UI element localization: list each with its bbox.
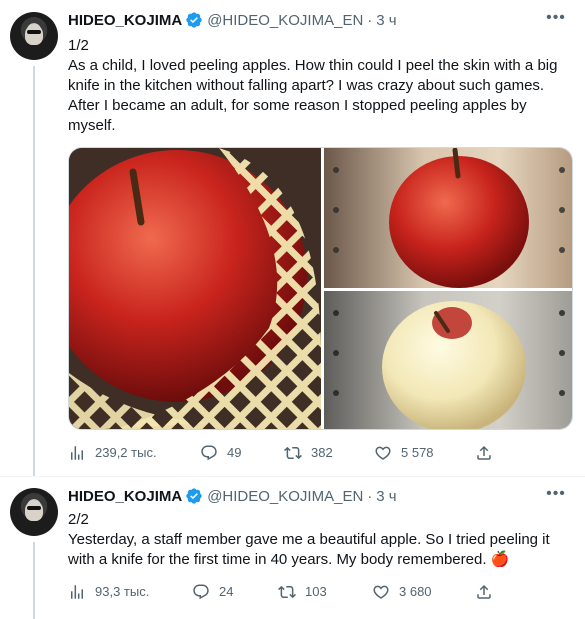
reply-bubble-icon — [193, 584, 209, 600]
author-avatar[interactable] — [10, 488, 58, 536]
retweet-count: 103 — [305, 584, 327, 599]
share-upload-icon — [477, 584, 491, 599]
tweet-timestamp[interactable]: 3 ч — [376, 12, 396, 29]
reply-count: 24 — [219, 584, 234, 599]
retweet-icon — [284, 446, 302, 460]
photo-apple-in-net[interactable] — [69, 148, 321, 429]
author-handle[interactable]: @HIDEO_KOJIMA_EN — [207, 12, 363, 29]
tweet-text: 2/2 Yesterday, a staff member gave me a … — [68, 511, 550, 568]
tweet-header: HIDEO_KOJIMA @HIDEO_KOJIMA_EN · 3 ч — [68, 486, 397, 506]
reply-bubble-icon — [201, 445, 217, 461]
retweet-icon — [278, 585, 296, 599]
verified-badge-icon — [186, 488, 202, 504]
like-count: 5 578 — [401, 445, 434, 460]
views-count: 239,2 тыс. — [95, 445, 157, 460]
author-name[interactable]: HIDEO_KOJIMA — [68, 12, 182, 29]
more-dots-icon[interactable]: ••• — [545, 9, 567, 31]
verified-badge-icon — [186, 12, 202, 28]
tweet-header: HIDEO_KOJIMA @HIDEO_KOJIMA_EN · 3 ч — [68, 10, 397, 30]
bar-chart-icon — [71, 585, 83, 599]
author-avatar[interactable] — [10, 12, 58, 60]
share-upload-icon — [477, 445, 491, 460]
like-count: 3 680 — [399, 584, 432, 599]
bar-chart-icon — [71, 446, 83, 460]
author-handle[interactable]: @HIDEO_KOJIMA_EN — [207, 488, 363, 505]
header-separator: · — [367, 11, 373, 29]
heart-icon — [373, 585, 389, 599]
retweet-count: 382 — [311, 445, 333, 460]
views-button[interactable]: 239,2 тыс. — [68, 443, 157, 463]
tweet-actions: 93,3 тыс. 24 103 3 680 — [68, 582, 508, 602]
reply-button[interactable]: 24 — [192, 582, 233, 602]
more-dots-icon[interactable]: ••• — [545, 485, 567, 507]
thread-connector-line — [33, 542, 35, 619]
reply-count: 49 — [227, 445, 242, 460]
thread-connector-line — [33, 66, 35, 476]
share-button[interactable] — [475, 443, 502, 463]
retweet-button[interactable]: 103 — [278, 582, 327, 602]
share-button[interactable] — [475, 582, 502, 602]
photo-peeled-apple[interactable] — [324, 291, 572, 429]
reply-button[interactable]: 49 — [200, 443, 241, 463]
tweet-1[interactable]: HIDEO_KOJIMA @HIDEO_KOJIMA_EN · 3 ч ••• … — [0, 0, 585, 476]
tweet-timestamp[interactable]: 3 ч — [376, 488, 396, 505]
like-button[interactable]: 3 680 — [372, 582, 432, 602]
tweet-text: 1/2 As a child, I loved peeling apples. … — [68, 37, 558, 134]
retweet-button[interactable]: 382 — [284, 443, 333, 463]
views-button[interactable]: 93,3 тыс. — [68, 582, 149, 602]
heart-icon — [375, 446, 391, 460]
header-separator: · — [367, 487, 373, 505]
like-button[interactable]: 5 578 — [374, 443, 434, 463]
media-grid — [68, 147, 573, 430]
photo-whole-apple[interactable] — [324, 148, 572, 288]
tweet-2[interactable]: HIDEO_KOJIMA @HIDEO_KOJIMA_EN · 3 ч ••• … — [0, 476, 585, 619]
tweet-actions: 239,2 тыс. 49 382 5 578 — [68, 443, 508, 463]
author-name[interactable]: HIDEO_KOJIMA — [68, 488, 182, 505]
views-count: 93,3 тыс. — [95, 584, 150, 599]
